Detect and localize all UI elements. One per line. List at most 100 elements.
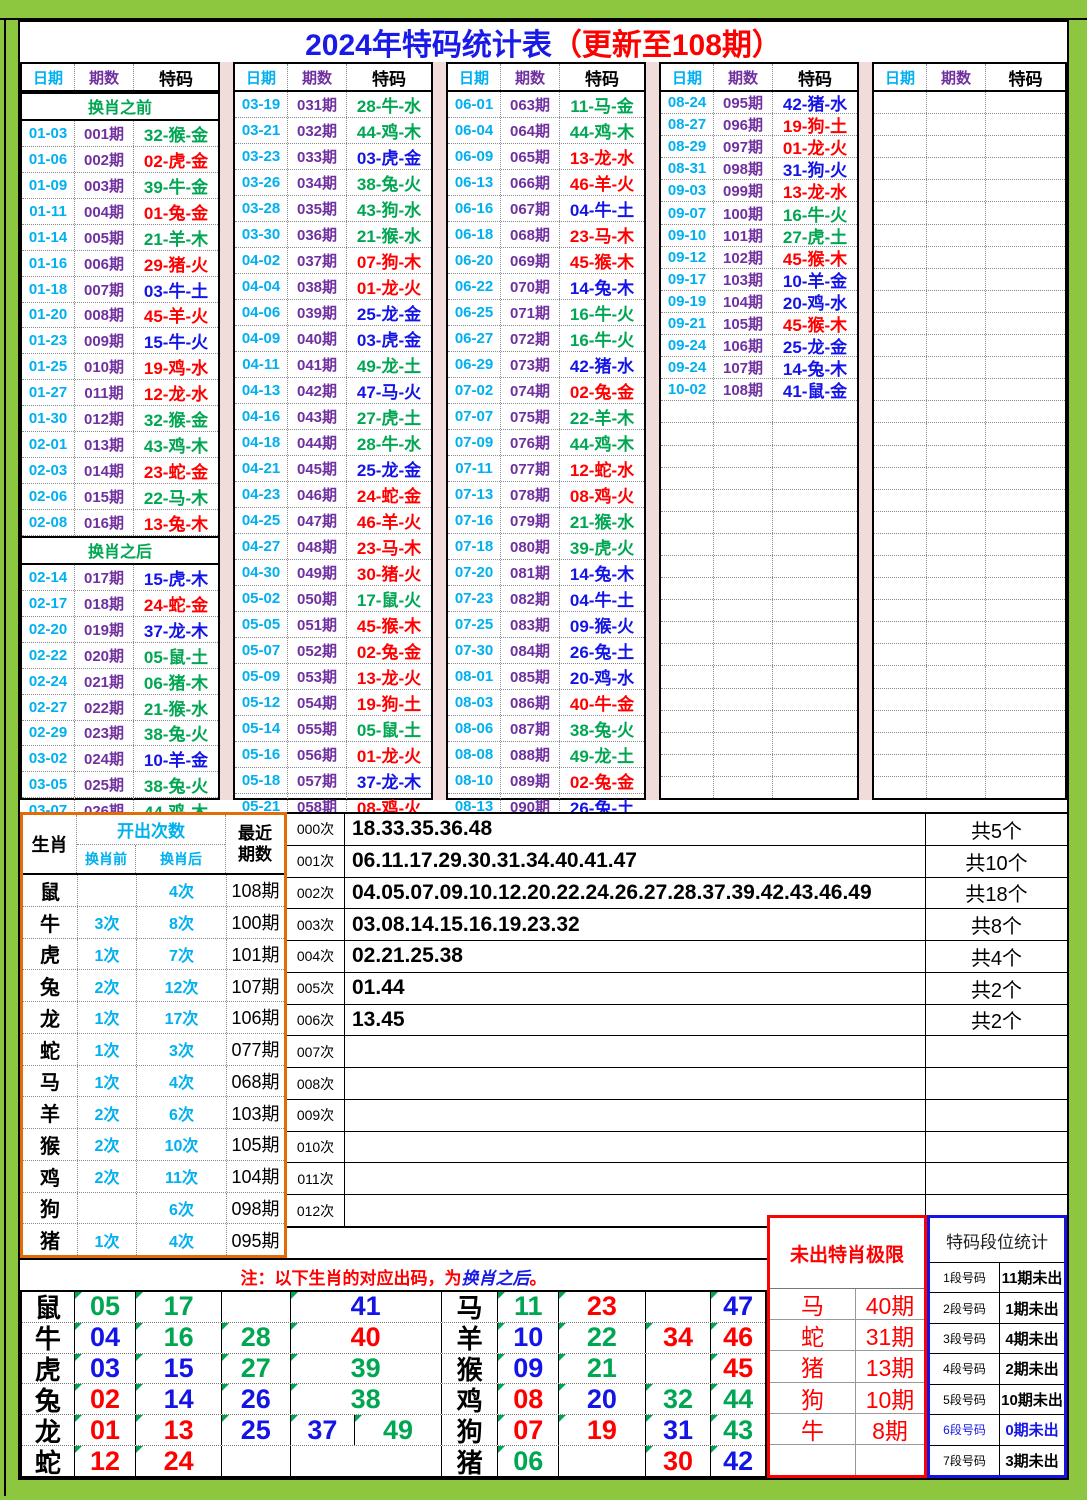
- empty-row: [874, 158, 1065, 180]
- date-cell: [874, 225, 926, 246]
- date-cell: 06-18: [448, 222, 500, 247]
- date-cell: 08-06: [448, 716, 500, 741]
- result-row: 05-07052期02-兔-金: [235, 638, 431, 664]
- zodiac-count-table-header: 生肖 开出次数 换肖前 换肖后 最近 期数: [23, 815, 284, 875]
- period-cell: 086期: [500, 690, 560, 715]
- before-switch-count-cell: 3次: [77, 907, 136, 938]
- special-code-cell: [986, 490, 1065, 511]
- special-code-cell: 45-羊-火: [134, 303, 218, 328]
- date-cell: 06-16: [448, 196, 500, 221]
- cell-corner-marker: [291, 1384, 298, 1391]
- result-row: 04-02037期07-狗-木: [235, 248, 431, 274]
- empty-row: [661, 600, 857, 622]
- date-cell: 07-18: [448, 534, 500, 559]
- code-column-header: 特码: [773, 64, 857, 90]
- date-cell: [874, 644, 926, 665]
- period-cell: 013期: [74, 432, 134, 457]
- after-switch-count-cell: 10次: [136, 1129, 226, 1160]
- special-code-cell: [986, 92, 1065, 113]
- date-cell: 09-24: [661, 357, 713, 378]
- special-code-cell: 39-虎-火: [560, 534, 644, 559]
- date-cell: [874, 313, 926, 334]
- special-code-cell: 04-牛-土: [560, 196, 644, 221]
- date-cell: [874, 291, 926, 312]
- special-code-cell: [986, 136, 1065, 157]
- mapping-number-cell: [222, 1292, 291, 1322]
- period-cell: 056期: [287, 742, 347, 767]
- empty-row: [661, 556, 857, 578]
- period-cell: [713, 556, 773, 577]
- period-cell: [713, 490, 773, 511]
- date-cell: 09-10: [661, 225, 713, 246]
- frequency-label-cell: 002次: [287, 878, 345, 909]
- period-table-header-row: 日期期数特码: [235, 64, 431, 92]
- result-row: 02-27022期21-猴-水: [22, 695, 218, 721]
- special-code-period-tables: 日期期数特码换肖之前01-03001期32-猴-金01-06002期02-虎-金…: [20, 62, 1067, 800]
- result-row: 03-02024期10-羊-金: [22, 746, 218, 772]
- empty-row: [661, 446, 857, 468]
- result-row: 01-11004期01-兔-金: [22, 199, 218, 225]
- result-row: 01-23009期15-牛-火: [22, 328, 218, 354]
- special-code-cell: 19-鸡-水: [134, 354, 218, 379]
- period-cell: 089期: [500, 768, 560, 793]
- segment-box-body: 1段号码11期未出2段号码1期未出3段号码4期未出4段号码2期未出5段号码10期…: [930, 1262, 1064, 1475]
- cell-corner-marker: [75, 1354, 82, 1361]
- mapping-number-cell: [646, 1354, 712, 1384]
- date-cell: [661, 534, 713, 555]
- empty-row: [874, 269, 1065, 291]
- special-code-cell: [986, 357, 1065, 378]
- date-cell: 04-04: [235, 274, 287, 299]
- result-row: 03-05025期38-兔-火: [22, 772, 218, 798]
- date-cell: 07-16: [448, 508, 500, 533]
- date-cell: 07-02: [448, 378, 500, 403]
- period-cell: [926, 733, 986, 754]
- special-code-cell: 13-龙-火: [347, 664, 431, 689]
- date-cell: 01-06: [22, 147, 74, 172]
- segment-value-cell: 1期未出: [1000, 1293, 1064, 1322]
- empty-row: [661, 689, 857, 711]
- period-cell: 015期: [74, 484, 134, 509]
- period-cell: [926, 689, 986, 710]
- cell-corner-marker: [711, 1415, 718, 1422]
- result-row: 01-03001期32-猴-金: [22, 121, 218, 147]
- date-cell: 06-29: [448, 352, 500, 377]
- empty-row: [661, 534, 857, 556]
- after-switch-header-cell: 换肖后: [136, 845, 226, 874]
- special-code-cell: 04-牛-土: [560, 586, 644, 611]
- special-code-cell: [773, 490, 857, 511]
- period-cell: [926, 202, 986, 223]
- period-cell: 038期: [287, 274, 347, 299]
- mapping-number-cell: 04: [75, 1323, 137, 1353]
- date-cell: [874, 357, 926, 378]
- date-cell: 08-29: [661, 136, 713, 157]
- date-cell: 09-19: [661, 291, 713, 312]
- result-row: 07-30084期26-兔-土: [448, 638, 644, 664]
- zodiac-switch-section-label: 换肖之前: [22, 94, 218, 119]
- date-cell: 02-03: [22, 458, 74, 483]
- date-cell: 03-21: [235, 118, 287, 143]
- limit-zodiac-cell: 蛇: [770, 1320, 856, 1350]
- date-cell: 06-04: [448, 118, 500, 143]
- empty-row: [661, 733, 857, 755]
- period-cell: 044期: [287, 430, 347, 455]
- empty-row: [874, 556, 1065, 578]
- period-cell: 014期: [74, 458, 134, 483]
- date-cell: [661, 622, 713, 643]
- special-code-cell: [986, 622, 1065, 643]
- special-code-cell: [986, 534, 1065, 555]
- result-row: 03-21032期44-鸡-木: [235, 118, 431, 144]
- special-code-cell: 32-猴-金: [134, 121, 218, 146]
- cell-corner-marker: [498, 1292, 505, 1299]
- zodiac-name-cell: 龙: [23, 1002, 77, 1033]
- date-cell: 09-17: [661, 269, 713, 290]
- empty-row: [661, 490, 857, 512]
- period-cell: 083期: [500, 612, 560, 637]
- result-row: 04-18044期28-牛-水: [235, 430, 431, 456]
- cell-corner-marker: [136, 1384, 143, 1391]
- after-switch-count-cell: 7次: [136, 939, 226, 970]
- date-cell: 02-08: [22, 510, 74, 535]
- mapping-number-cell: 28: [222, 1323, 291, 1353]
- special-code-cell: 39-牛-金: [134, 173, 218, 198]
- frequency-label-cell: 005次: [287, 973, 345, 1004]
- zodiac-count-row: 羊2次6次103期: [23, 1097, 284, 1129]
